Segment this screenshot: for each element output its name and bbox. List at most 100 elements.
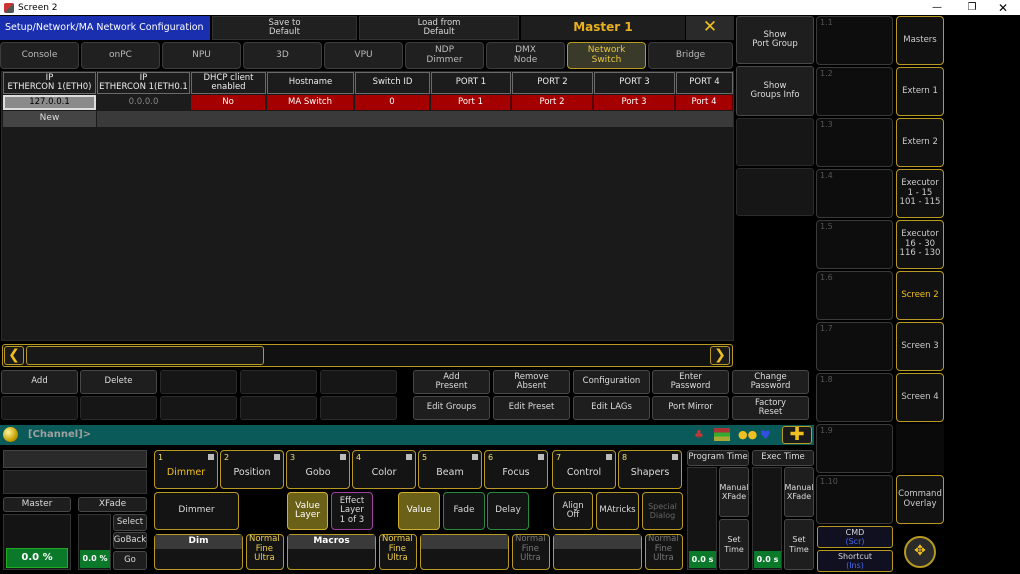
view-slot[interactable]: 1.3: [816, 118, 893, 167]
column-header[interactable]: PORT 2: [512, 72, 593, 94]
goback-button[interactable]: GoBack: [113, 532, 147, 549]
enter-password-button[interactable]: Enter Password: [652, 370, 729, 394]
view-slot[interactable]: 1.8: [816, 373, 893, 422]
resolution-toggle[interactable]: Normal Fine Ultra: [512, 534, 550, 570]
preset-shapers[interactable]: 8 Shapers: [618, 450, 682, 489]
view-slot[interactable]: 1.1: [816, 16, 893, 65]
minimize-button[interactable]: —: [920, 0, 954, 15]
table-cell[interactable]: MA Switch: [267, 95, 354, 110]
resolution-toggle[interactable]: Normal Fine Ultra: [379, 534, 417, 570]
tab-npu[interactable]: NPU: [162, 42, 241, 69]
set-time-button[interactable]: Set Time: [719, 519, 749, 570]
sidebar-item-extern-2[interactable]: Extern 2: [896, 118, 944, 167]
fade-button[interactable]: Fade: [443, 492, 485, 530]
resolution-toggle[interactable]: Normal Fine Ultra: [246, 534, 284, 570]
special-dialog-button[interactable]: Special Dialog: [642, 492, 683, 530]
preset-focus[interactable]: 6 Focus: [484, 450, 548, 489]
sidebar-item-command[interactable]: Command Overlay: [896, 475, 944, 524]
sidebar-item-screen-2[interactable]: Screen 2: [896, 271, 944, 320]
preset-beam[interactable]: 5 Beam: [418, 450, 482, 489]
load-default-button[interactable]: Load from Default: [359, 16, 519, 40]
add-present-button[interactable]: Add Present: [413, 370, 490, 394]
manual-xfade-button[interactable]: Manual XFade: [719, 467, 749, 517]
change-password-button[interactable]: Change Password: [732, 370, 809, 394]
view-slot[interactable]: 1.10: [816, 475, 893, 524]
sidebar-item-screen-3[interactable]: Screen 3: [896, 322, 944, 371]
scroll-thumb[interactable]: [26, 346, 264, 365]
table-cell[interactable]: Port 2: [512, 95, 593, 110]
tab-3d[interactable]: 3D: [243, 42, 322, 69]
save-default-button[interactable]: Save to Default: [212, 16, 357, 40]
sidebar-item-extern-1[interactable]: Extern 1: [896, 67, 944, 116]
preset-gobo[interactable]: 3 Gobo: [286, 450, 350, 489]
table-cell[interactable]: Port 1: [431, 95, 511, 110]
sidebar-item-screen-4[interactable]: Screen 4: [896, 373, 944, 422]
add-button[interactable]: Add: [1, 370, 78, 394]
show-port-group-button[interactable]: Show Port Group: [736, 16, 814, 64]
table-cell[interactable]: 0: [355, 95, 430, 110]
tab-vpu[interactable]: VPU: [324, 42, 403, 69]
column-header[interactable]: IP ETHERCON 1(ETH0): [3, 72, 96, 94]
view-slot[interactable]: 1.2: [816, 67, 893, 116]
command-line[interactable]: [0, 425, 814, 445]
view-slot[interactable]: 1.9: [816, 424, 893, 473]
select-button[interactable]: Select: [113, 514, 147, 531]
new-row-button[interactable]: New: [3, 111, 96, 127]
tab-ndp-dimmer[interactable]: NDP Dimmer: [405, 42, 484, 69]
configuration-button[interactable]: Configuration: [573, 370, 650, 394]
value-layer-button[interactable]: Value Layer: [287, 492, 328, 530]
edit-lags-button[interactable]: Edit LAGs: [573, 396, 650, 420]
delay-button[interactable]: Delay: [487, 492, 529, 530]
column-header[interactable]: PORT 3: [594, 72, 675, 94]
edit-preset-button[interactable]: Edit Preset: [493, 396, 570, 420]
tab-console[interactable]: Console: [0, 42, 79, 69]
view-slot[interactable]: 1.4: [816, 169, 893, 218]
preset-color[interactable]: 4 Color: [352, 450, 416, 489]
close-window-button[interactable]: ✕: [986, 0, 1020, 15]
column-header[interactable]: DHCP client enabled: [191, 72, 266, 94]
close-icon[interactable]: ✕: [686, 16, 734, 40]
resolution-toggle[interactable]: Normal Fine Ultra: [645, 534, 683, 570]
port-mirror-button[interactable]: Port Mirror: [652, 396, 729, 420]
table-cell[interactable]: 0.0.0.0: [97, 95, 190, 110]
cmd-button[interactable]: CMD (Scr): [817, 526, 893, 548]
preset-control[interactable]: 7 Control: [552, 450, 616, 489]
set-time-button[interactable]: Set Time: [784, 519, 814, 570]
tab-onpc[interactable]: onPC: [81, 42, 160, 69]
remove-absent-button[interactable]: Remove Absent: [493, 370, 570, 394]
factory-reset-button[interactable]: Factory Reset: [732, 396, 809, 420]
effect-layer-button[interactable]: Effect Layer 1 of 3: [331, 492, 373, 530]
shortcut-button[interactable]: Shortcut (Ins): [817, 550, 893, 572]
scroll-left-icon[interactable]: ❮: [4, 346, 24, 365]
tab-network-switch[interactable]: Network Switch: [567, 42, 646, 69]
value-button[interactable]: Value: [398, 492, 440, 530]
show-groups-info-button[interactable]: Show Groups Info: [736, 66, 814, 116]
align-button[interactable]: Align Off: [553, 492, 593, 530]
plus-icon[interactable]: ✚: [782, 426, 812, 444]
column-header[interactable]: PORT 4: [676, 72, 733, 94]
sidebar-item-executor[interactable]: Executor 16 - 30 116 - 130: [896, 220, 944, 269]
dimmer-button[interactable]: Dimmer: [154, 492, 239, 530]
column-header[interactable]: Switch ID: [355, 72, 430, 94]
tab-dmx-node[interactable]: DMX Node: [486, 42, 565, 69]
maximize-button[interactable]: ❐: [955, 0, 989, 15]
view-slot[interactable]: 1.5: [816, 220, 893, 269]
sidebar-item-executor[interactable]: Executor 1 - 15 101 - 115: [896, 169, 944, 218]
scroll-right-icon[interactable]: ❯: [710, 346, 730, 365]
manual-xfade-button[interactable]: Manual XFade: [784, 467, 814, 517]
move-icon[interactable]: ✥: [904, 536, 936, 568]
table-cell[interactable]: Port 3: [594, 95, 675, 110]
edit-groups-button[interactable]: Edit Groups: [413, 396, 490, 420]
matricks-button[interactable]: MAtricks: [596, 492, 639, 530]
go-button[interactable]: Go: [113, 551, 147, 570]
table-cell[interactable]: 127.0.0.1: [3, 95, 96, 110]
column-header[interactable]: IP ETHERCON 1(ETH0.1: [97, 72, 190, 94]
tab-bridge[interactable]: Bridge: [648, 42, 733, 69]
column-header[interactable]: PORT 1: [431, 72, 511, 94]
table-cell[interactable]: No: [191, 95, 266, 110]
preset-position[interactable]: 2 Position: [220, 450, 284, 489]
table-cell[interactable]: Port 4: [676, 95, 733, 110]
delete-button[interactable]: Delete: [80, 370, 157, 394]
sidebar-item-masters[interactable]: Masters: [896, 16, 944, 65]
column-header[interactable]: Hostname: [267, 72, 354, 94]
